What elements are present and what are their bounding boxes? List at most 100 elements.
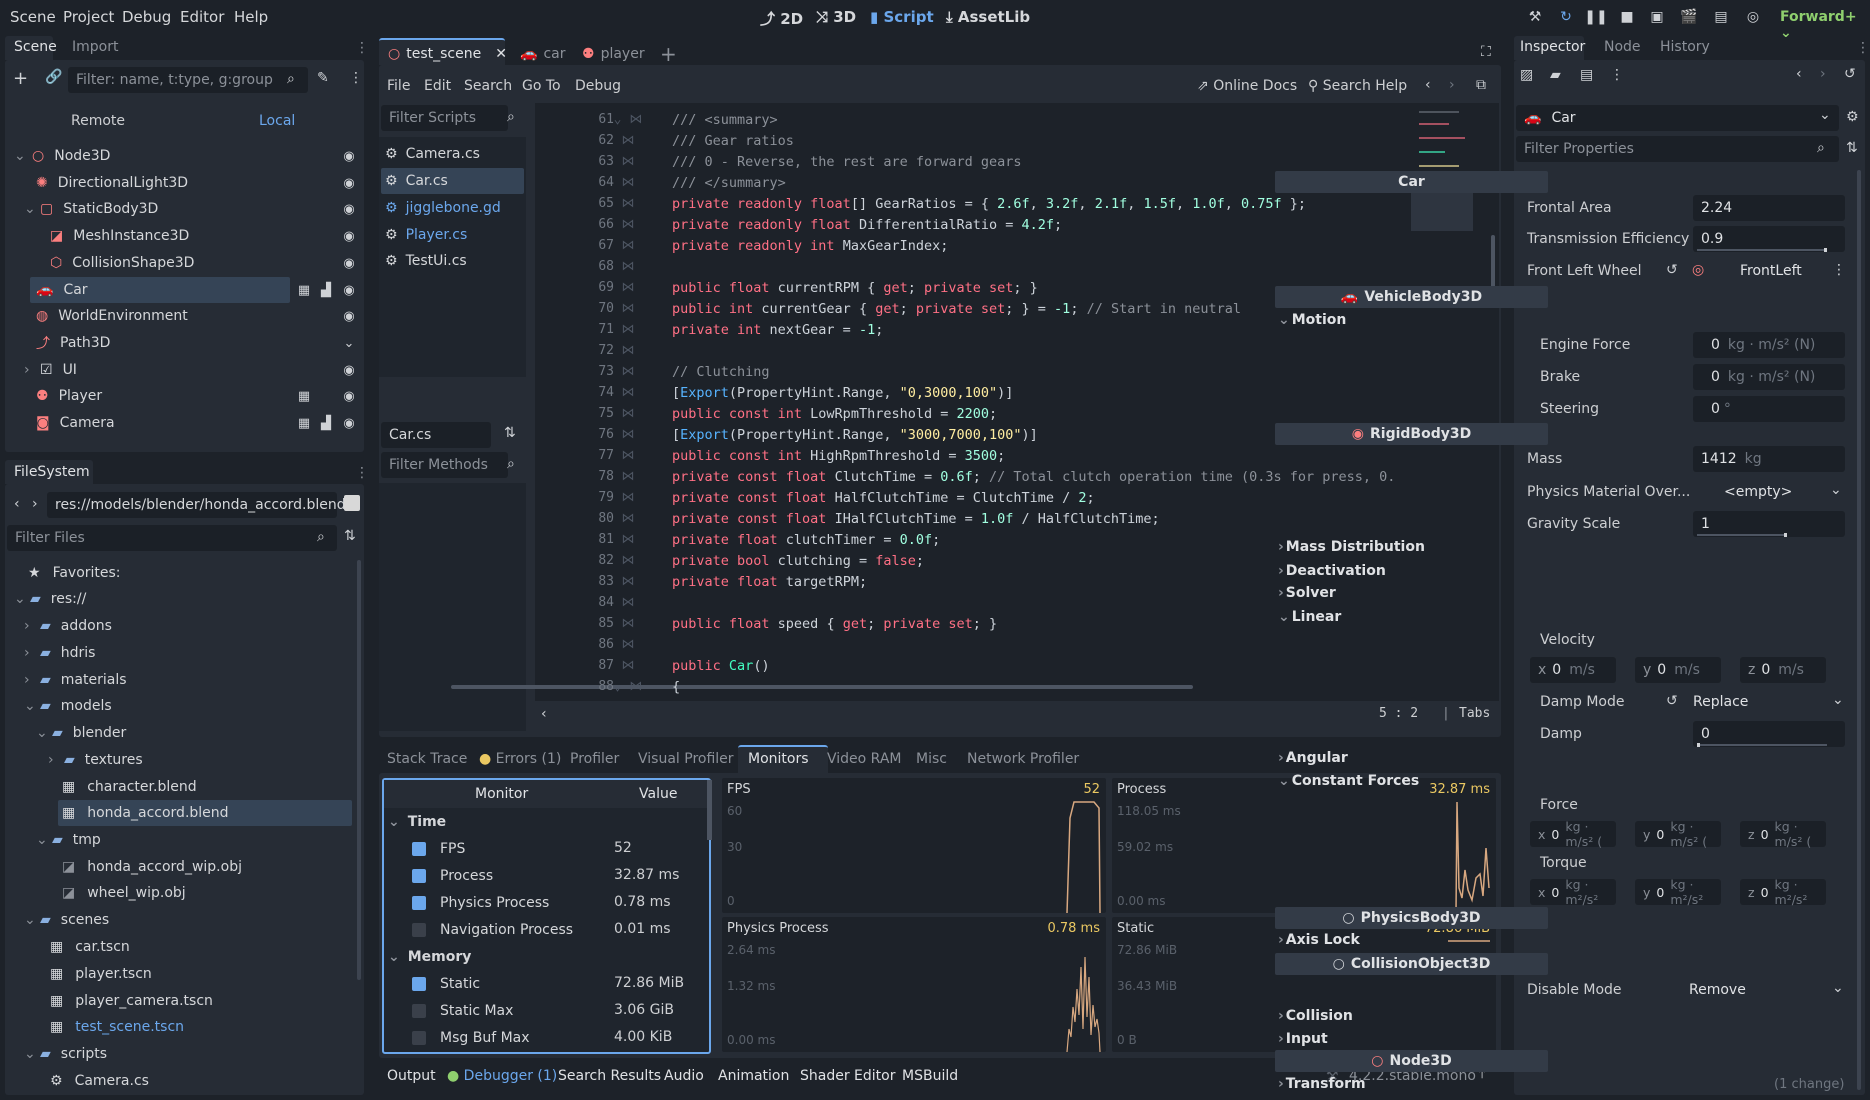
script-menu-edit[interactable]: Edit [424,78,451,94]
visibility-eye-icon[interactable]: ◉ [341,228,357,244]
next-script-icon[interactable]: › [1449,77,1455,93]
bottom-tab-audio[interactable]: Audio [664,1068,704,1084]
monitor-group-time[interactable]: ⌄ Time [388,809,446,835]
fs-file[interactable]: ⚙ Camera.cs [50,1068,149,1094]
object-selector[interactable]: 🚗 Car [1516,105,1839,131]
front-left-wheel-value[interactable]: FrontLeft [1740,263,1802,279]
fold-marker-icon[interactable]: ⋈ [608,448,648,463]
fs-file[interactable]: ◪ wheel_wip.obj [62,880,186,906]
force-z-input[interactable]: z 0 kg · m/s² ( [1740,819,1826,849]
filter-files-input[interactable]: Filter Files [7,525,337,551]
fs-file-selected[interactable]: ▦ honda_accord.blend [58,800,352,826]
script-item[interactable]: ⚙ Camera.cs [385,141,480,167]
scene-script-icon[interactable]: ✎ [317,70,329,86]
script-menu-debug[interactable]: Debug [575,78,621,94]
chevron-down-icon[interactable]: ⌄ [1830,482,1842,498]
scene-node-player[interactable]: ⚉ Player [36,383,102,409]
link-icon[interactable]: 🔗 [45,69,62,85]
monitor-row[interactable]: FPS [412,836,465,862]
group-constant-forces[interactable]: ⌄ Constant Forces [1278,773,1419,789]
tab-video-ram[interactable]: Video RAM [827,751,902,767]
play-scene-icon[interactable]: 🎬 [1678,6,1700,28]
fs-file-current-scene[interactable]: ▦ test_scene.tscn [50,1014,184,1040]
add-node-icon[interactable]: + [13,68,28,89]
menu-scene[interactable]: Scene [10,8,56,26]
add-tab-icon[interactable]: + [660,42,677,66]
group-deactivation[interactable]: › Deactivation [1278,563,1386,579]
editor-tab-car[interactable]: 🚗 car [520,46,565,62]
forward-arrow-icon[interactable]: › [1820,66,1826,82]
torque-x-input[interactable]: x 0 kg · m²/s² [1530,877,1616,907]
script-item[interactable]: ⚙ TestUi.cs [385,248,467,274]
group-input[interactable]: › Input [1278,1031,1328,1047]
group-axis-lock[interactable]: › Axis Lock [1278,932,1360,948]
back-arrow-icon[interactable]: ‹ [14,496,20,512]
fs-folder[interactable]: ⌄ ▰ scripts [24,1041,107,1067]
fold-marker-icon[interactable]: ⋈ [608,616,648,631]
checkbox-checked[interactable] [412,977,426,991]
prev-script-icon[interactable]: ‹ [1425,77,1431,93]
visibility-eye-icon[interactable]: ◉ [341,255,357,271]
fold-marker-icon[interactable]: ⋈ [608,553,648,568]
scrollbar[interactable] [1857,170,1861,1090]
hammer-icon[interactable]: ⚒ [1524,6,1546,28]
tab-inspector[interactable]: Inspector [1520,39,1585,55]
scene-node-node3d[interactable]: ⌄ ○ Node3D [14,143,110,169]
editor-tab-test-scene[interactable]: ○ test_scene ✕ [388,46,507,62]
fs-file[interactable]: ▦ character.blend [62,774,197,800]
scene-node-meshinstance[interactable]: ◪ MeshInstance3D [50,223,189,249]
reset-icon[interactable]: ↺ [1666,693,1678,709]
script-item-selected[interactable]: ⚙ Car.cs [381,168,524,194]
save-icon[interactable]: ▤ [1580,67,1593,83]
tab-scene[interactable]: Scene [14,39,57,55]
bottom-tab-debugger[interactable]: ● Debugger (1) [447,1068,557,1084]
chevron-down-icon[interactable]: ⌄ [341,335,357,351]
disable-mode-select[interactable]: Remove [1689,982,1746,998]
visibility-eye-icon[interactable]: ◉ [341,362,357,378]
dock-menu-icon[interactable]: ⋮ [1856,40,1870,56]
menu-project[interactable]: Project [63,8,114,26]
checkbox-unchecked[interactable] [412,1004,426,1018]
scene-node-directionallight[interactable]: ✺ DirectionalLight3D [36,170,188,196]
group-motion[interactable]: ⌄ Motion [1278,312,1346,328]
fs-folder[interactable]: ⌄ ▰ blender [36,720,126,746]
visibility-eye-icon[interactable]: ◉ [341,308,357,324]
checkbox-checked[interactable] [412,842,426,856]
reload-icon[interactable]: ↻ [1555,6,1577,28]
tab-import[interactable]: Import [72,39,118,55]
menu-help[interactable]: Help [234,8,268,26]
monitor-row[interactable]: Physics Process [412,890,549,916]
menu-debug[interactable]: Debug [122,8,171,26]
code-minimap[interactable] [1411,103,1473,303]
force-x-input[interactable]: x 0 kg · m/s² ( [1530,819,1616,849]
monitor-row[interactable]: Process [412,863,493,889]
local-toggle[interactable]: Local [259,113,295,129]
history-icon[interactable]: ↺ [1844,66,1856,82]
visibility-eye-icon[interactable]: ◉ [341,201,357,217]
bottom-tab-shader-editor[interactable]: Shader Editor [800,1068,895,1084]
group-collision[interactable]: › Collision [1278,1008,1353,1024]
scene-node-path3d[interactable]: ⤴ Path3D [36,330,110,356]
fold-marker-icon[interactable]: ⋈ [608,133,648,148]
fold-marker-icon[interactable]: ⌄ ⋈ [608,679,648,694]
monitor-row[interactable]: Static [412,971,480,997]
brake-input[interactable]: 0 kg · m/s² (N) [1693,364,1845,390]
remote-toggle[interactable]: Remote [71,113,125,129]
fs-file[interactable]: ▦ player.tscn [50,961,152,987]
sort-icon[interactable]: ⇅ [1846,140,1858,156]
fold-marker-icon[interactable]: ⋈ [608,469,648,484]
fold-marker-icon[interactable]: ⋈ [608,196,648,211]
velocity-z-input[interactable]: z 0 m/s [1740,657,1826,683]
split-mode-icon[interactable] [344,495,360,511]
bottom-tab-animation[interactable]: Animation [718,1068,789,1084]
stop-icon[interactable]: ■ [1616,6,1638,28]
monitor-group-memory[interactable]: ⌄ Memory [388,944,471,970]
monitor-row[interactable]: Msg Buf Max [412,1025,530,1051]
checkbox-unchecked[interactable] [412,923,426,937]
fs-folder[interactable]: › ▰ textures [48,747,143,773]
visibility-eye-icon[interactable]: ◉ [341,415,357,431]
tab-profiler[interactable]: Profiler [570,751,619,767]
remote-debug-icon[interactable]: ▣ [1646,6,1668,28]
fold-marker-icon[interactable]: ⋈ [608,385,648,400]
editor-tab-player[interactable]: ⚉ player [582,46,645,62]
